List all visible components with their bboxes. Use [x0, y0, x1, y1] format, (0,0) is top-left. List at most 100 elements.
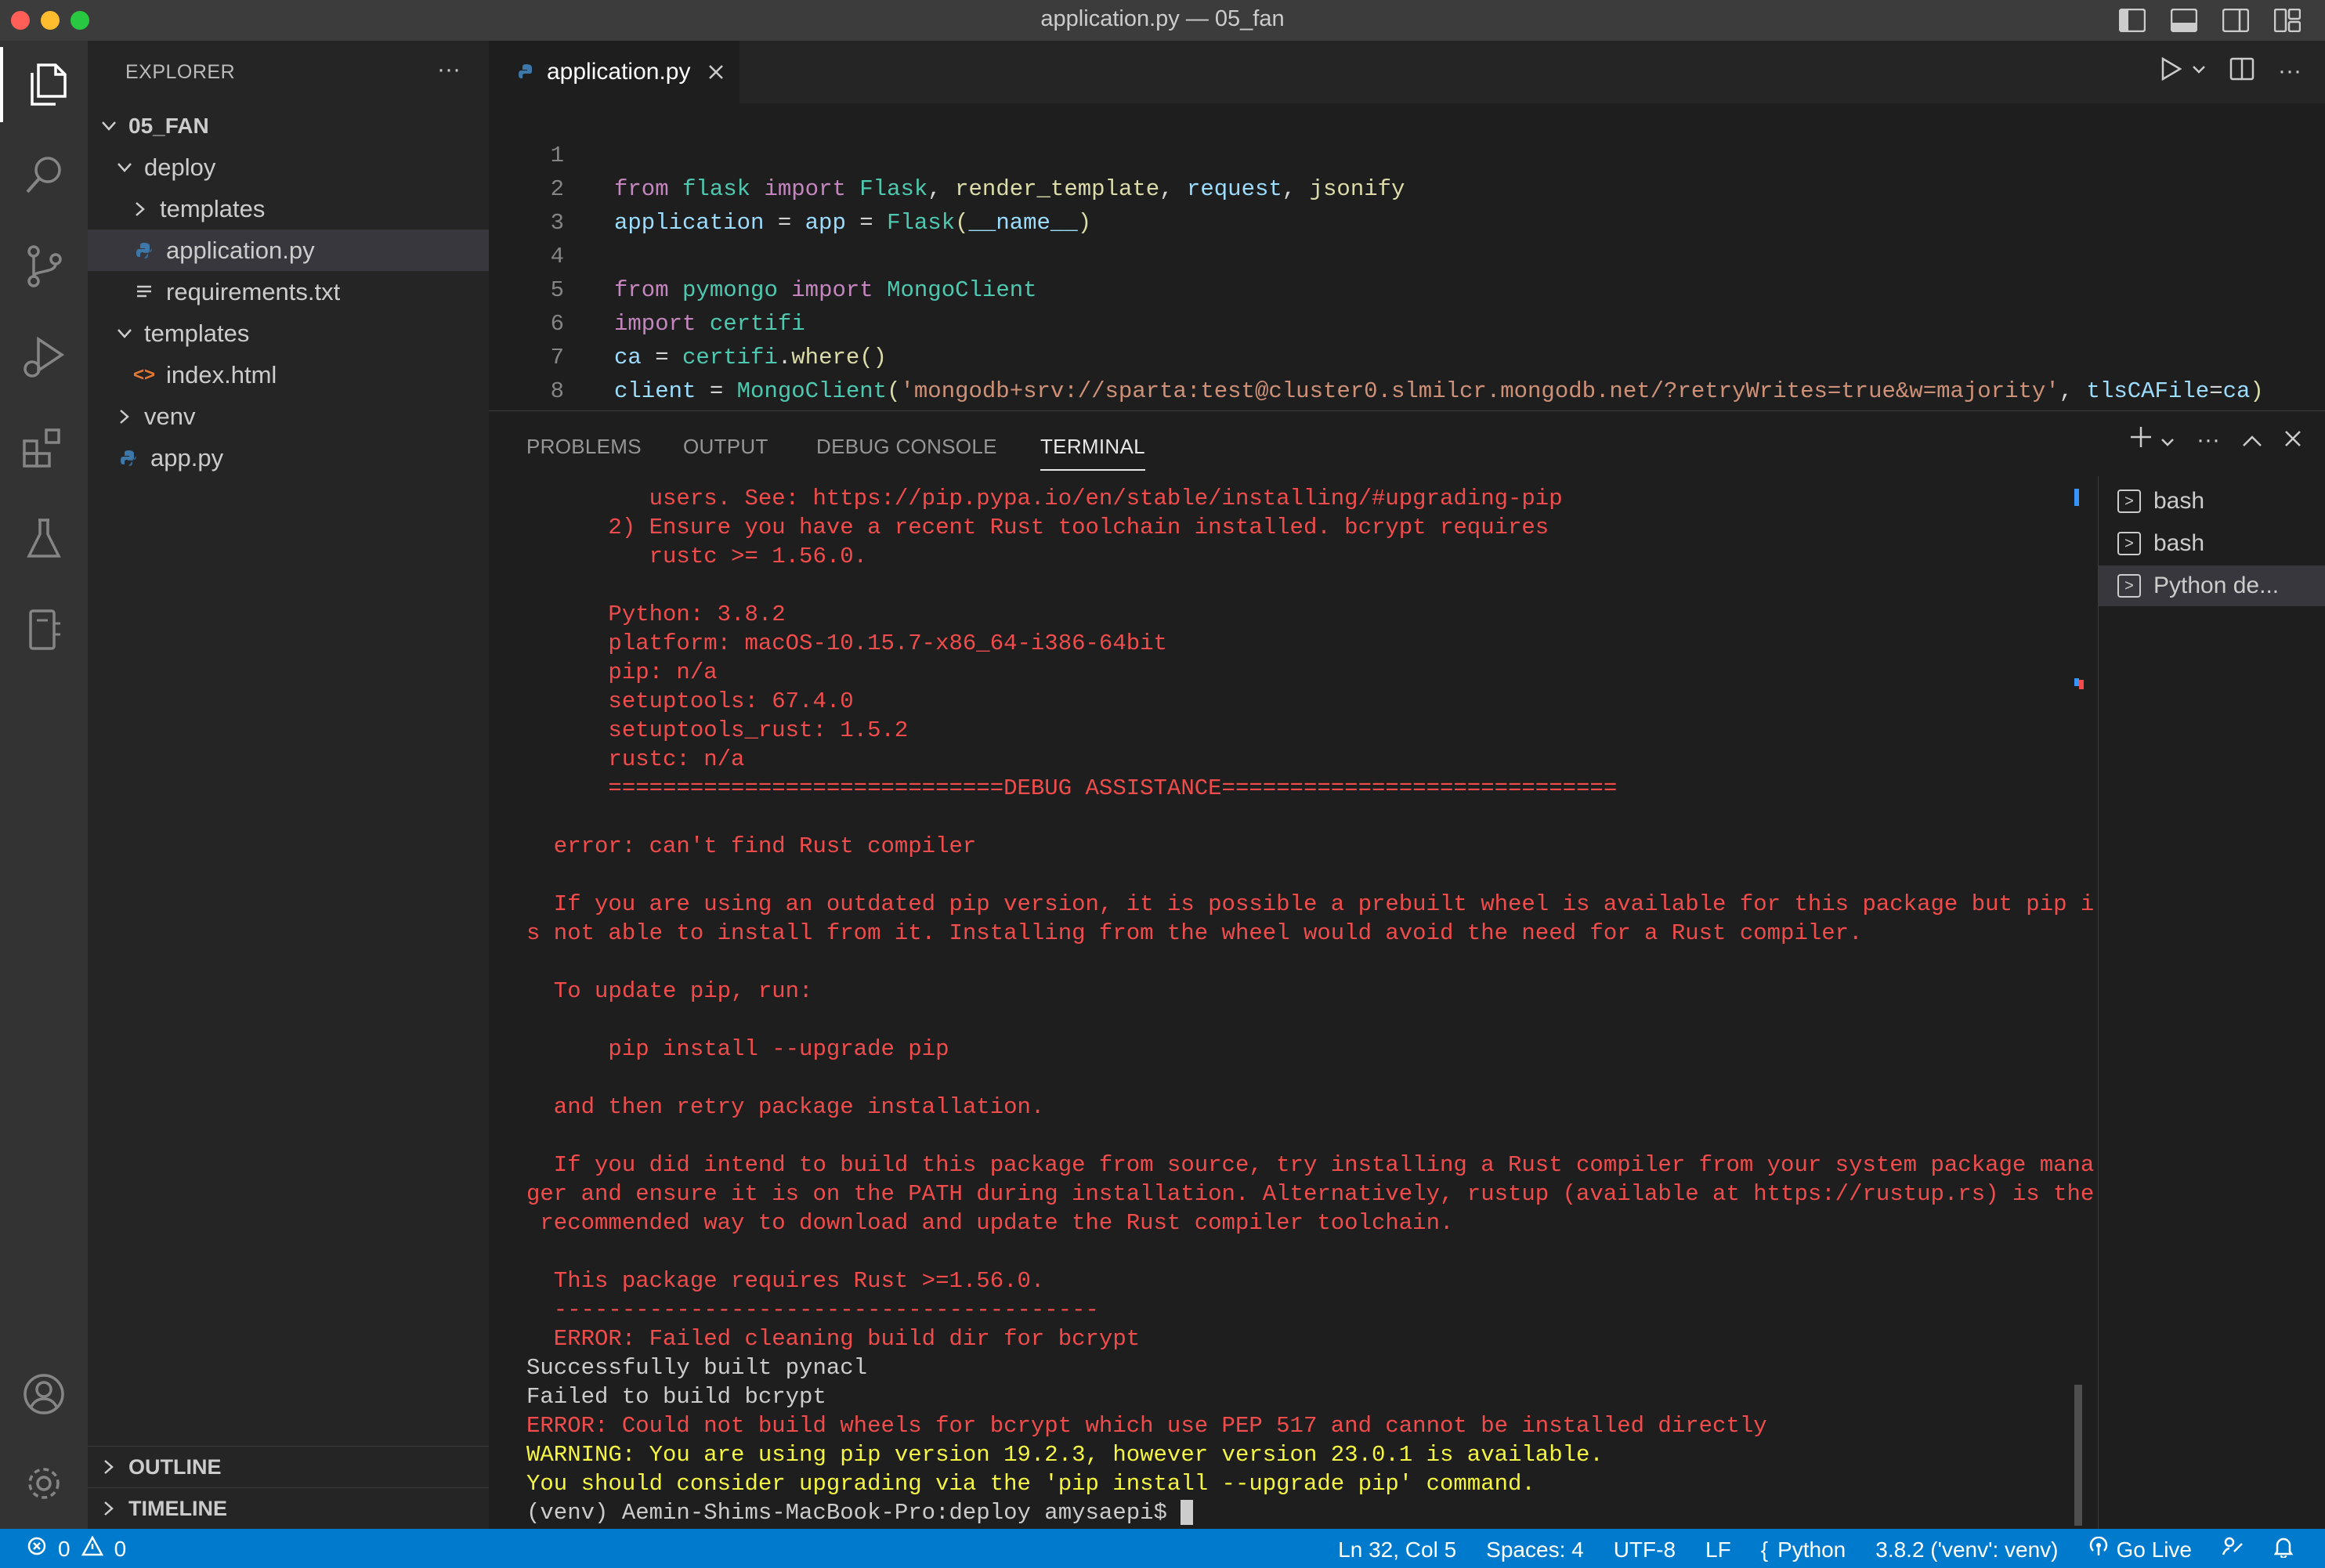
customize-layout-icon[interactable] — [2269, 6, 2306, 34]
tab-problems[interactable]: PROBLEMS — [526, 435, 642, 459]
terminal-line: WARNING: You are using pip version 19.2.… — [526, 1442, 1604, 1468]
timeline-label: TIMELINE — [128, 1496, 227, 1520]
python-file-icon — [517, 63, 536, 81]
notebook-icon[interactable] — [0, 592, 88, 667]
tree-root-05-fan[interactable]: 05_FAN — [88, 105, 498, 146]
tree-item-label: requirements.txt — [166, 277, 341, 305]
tab-application-py[interactable]: application.py — [489, 41, 739, 103]
split-editor-icon[interactable] — [2229, 57, 2254, 85]
tree-item-label: app.py — [150, 443, 224, 471]
code-line: 8 db = client.dbsparta — [489, 341, 2306, 438]
terminal-line: If you are using an outdated pip version… — [526, 891, 2095, 917]
explorer-more-actions-icon[interactable]: ··· — [437, 56, 461, 83]
toggle-secondary-sidebar-icon[interactable] — [2217, 6, 2254, 34]
outline-section[interactable]: OUTLINE — [88, 1446, 498, 1487]
problems-status[interactable]: 0 0 — [27, 1535, 127, 1562]
terminal-line: s not able to install from it. Installin… — [526, 920, 1863, 946]
panel-more-actions-icon[interactable]: ··· — [2197, 427, 2220, 453]
terminal-line: Successfully built pynacl — [526, 1355, 868, 1381]
code-editor[interactable]: 1 from flask import Flask, render_templa… — [489, 103, 2325, 438]
tree-folder-venv[interactable]: venv — [88, 396, 514, 437]
go-live-label: Go Live — [2116, 1537, 2193, 1562]
terminal-line: To update pip, run: — [526, 978, 813, 1004]
terminal-line: =============================DEBUG ASSIS… — [526, 775, 1618, 801]
tree-file-app-py[interactable]: app.py — [88, 437, 519, 479]
tree-folder-deploy[interactable]: deploy — [88, 146, 514, 188]
end-of-line[interactable]: LF — [1705, 1537, 1731, 1563]
tree-item-label: 05_FAN — [128, 113, 209, 138]
tree-file-application-py[interactable]: application.py — [88, 229, 534, 271]
run-and-debug-icon[interactable] — [0, 320, 88, 395]
python-file-icon — [133, 241, 155, 260]
cursor-position[interactable]: Ln 32, Col 5 — [1338, 1537, 1456, 1563]
tree-file-index-html[interactable]: <> index.html — [88, 354, 534, 396]
explorer-icon[interactable] — [0, 47, 91, 122]
python-interpreter[interactable]: 3.8.2 ('venv': venv) — [1875, 1537, 2058, 1563]
indentation-setting[interactable]: Spaces: 4 — [1486, 1537, 1584, 1563]
tree-item-label: index.html — [166, 360, 277, 388]
terminal-line: Python: 3.8.2 — [526, 602, 786, 627]
tree-item-label: application.py — [166, 236, 315, 264]
terminal-tabs-list: > bash > bash > Python de... — [2098, 476, 2325, 1529]
terminal-tab-python-debug[interactable]: > Python de... — [2099, 565, 2325, 606]
tab-output[interactable]: OUTPUT — [683, 435, 768, 459]
feedback-icon[interactable] — [2222, 1536, 2244, 1563]
terminal-line: users. See: https://pip.pypa.io/en/stabl… — [526, 486, 1563, 511]
terminal-prompt-line[interactable]: (venv) Aemin-Shims-MacBook-Pro:deploy am… — [526, 1498, 1194, 1527]
editor-more-actions-icon[interactable]: ··· — [2278, 58, 2301, 85]
terminal-tab-label: bash — [2153, 530, 2205, 556]
code-line: 4 from pymongo import MongoClient — [489, 206, 2306, 303]
code-line: 9 — [489, 374, 2306, 438]
code-line: 2 application = app = Flask(__name__) — [489, 139, 2306, 236]
close-panel-icon[interactable] — [2284, 427, 2301, 453]
run-options-chevron-icon[interactable] — [2192, 64, 2206, 78]
tree-item-label: templates — [144, 319, 250, 347]
toggle-panel-icon[interactable] — [2165, 6, 2203, 34]
title-bar: application.py — 05_fan — [0, 0, 2325, 42]
tab-debug-console[interactable]: DEBUG CONSOLE — [816, 435, 997, 459]
chevron-down-icon[interactable] — [2160, 427, 2175, 453]
terminal-line: pip: n/a — [526, 659, 718, 685]
tree-folder-templates[interactable]: templates — [88, 188, 530, 229]
python-file-icon — [118, 449, 139, 468]
accounts-icon[interactable] — [0, 1357, 88, 1432]
warning-count: 0 — [114, 1536, 127, 1561]
notifications-bell-icon[interactable] — [2273, 1536, 2294, 1563]
terminal-prompt: (venv) Aemin-Shims-MacBook-Pro:deploy am… — [526, 1500, 1181, 1526]
timeline-section[interactable]: TIMELINE — [88, 1487, 498, 1529]
new-terminal-icon[interactable] — [2129, 425, 2153, 455]
terminal-line: If you did intend to build this package … — [526, 1152, 2095, 1178]
go-live-button[interactable]: Go Live — [2088, 1536, 2193, 1563]
close-tab-icon[interactable] — [707, 63, 725, 81]
tree-folder-templates-root[interactable]: templates — [88, 313, 514, 354]
terminal-line: rustc >= 1.56.0. — [526, 544, 868, 569]
toggle-primary-sidebar-icon[interactable] — [2113, 6, 2151, 34]
terminal-scrollbar[interactable] — [2074, 484, 2084, 1529]
file-encoding[interactable]: UTF-8 — [1614, 1537, 1676, 1563]
terminal-line: and then retry package installation. — [526, 1094, 1045, 1120]
tree-file-requirements-txt[interactable]: requirements.txt — [88, 271, 534, 313]
terminal-tab-bash-1[interactable]: > bash — [2099, 481, 2325, 522]
terminal-tab-bash-2[interactable]: > bash — [2099, 523, 2325, 564]
terminal-icon: > — [2117, 490, 2141, 513]
tab-terminal[interactable]: TERMINAL — [1040, 435, 1145, 471]
terminal-output[interactable]: users. See: https://pip.pypa.io/en/stabl… — [526, 484, 2094, 1529]
terminal-tab-label: bash — [2153, 488, 2205, 514]
text-file-icon — [133, 284, 155, 301]
terminal-line: rustc: n/a — [526, 746, 745, 772]
run-python-file-icon[interactable] — [2159, 56, 2182, 85]
language-label: Python — [1777, 1537, 1846, 1562]
source-control-icon[interactable] — [0, 229, 88, 304]
manage-gear-icon[interactable] — [0, 1446, 88, 1521]
maximize-panel-icon[interactable] — [2242, 427, 2262, 453]
explorer-sidebar: EXPLORER ··· 05_FAN deploy templates app… — [88, 41, 534, 1529]
terminal-line: ger and ensure it is on the PATH during … — [526, 1181, 2095, 1207]
terminal-tab-label: Python de... — [2153, 573, 2280, 598]
extensions-icon[interactable] — [0, 410, 88, 486]
terminal-line: setuptools_rust: 1.5.2 — [526, 717, 909, 743]
search-icon[interactable] — [0, 138, 88, 213]
error-icon — [27, 1536, 47, 1562]
language-mode[interactable]: { Python — [1761, 1537, 1846, 1563]
chevron-right-icon — [128, 201, 152, 217]
testing-icon[interactable] — [0, 501, 88, 576]
